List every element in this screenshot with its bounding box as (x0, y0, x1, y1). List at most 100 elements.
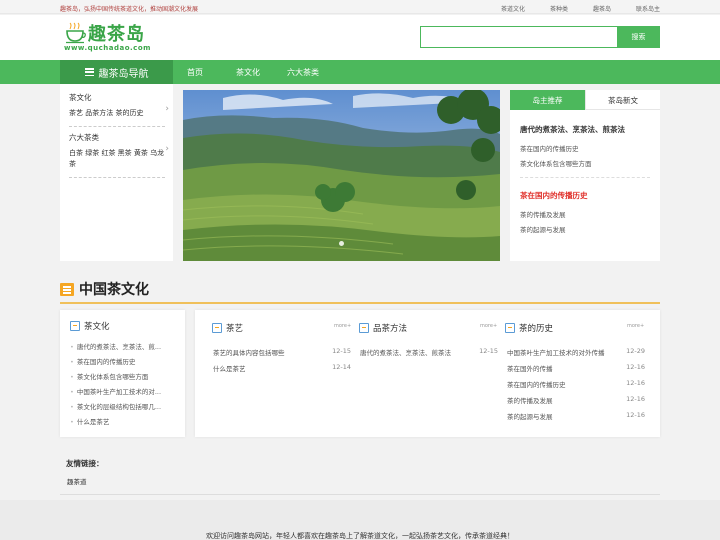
list-item-text[interactable]: 茶在国内的传播历史 (77, 358, 136, 366)
search-input[interactable] (420, 26, 618, 48)
article-link[interactable]: 茶文化体系包含哪些方面 (520, 158, 592, 168)
menu-icon (84, 68, 94, 76)
card-title-text[interactable]: 茶的历史 (519, 322, 553, 334)
top-link-tea-types[interactable]: 茶种类 (550, 4, 568, 13)
article-icon (505, 323, 515, 333)
article-link[interactable]: 茶的起源与发展 (520, 224, 566, 234)
list-item-text[interactable]: 茶的起源与发展 (507, 413, 553, 421)
category-title: 茶文化 (69, 93, 92, 102)
article-list: 唐代的煮茶法、烹茶法、煎... 茶在国内的传播历史 茶文化体系包含哪些方面 中国… (70, 341, 178, 431)
divider (69, 126, 165, 127)
article-icon (70, 321, 80, 331)
nav-item-tea-culture[interactable]: 茶文化 (236, 67, 260, 78)
list-item-date: 12-14 (332, 363, 351, 371)
card-title: 茶文化 (70, 320, 110, 332)
nav-item-six-teas[interactable]: 六大茶类 (287, 67, 319, 78)
list-item-text[interactable]: 什么是茶艺 (77, 418, 110, 426)
list-item[interactable]: 茶在国外的传播 12-16 (507, 363, 645, 379)
list-item-date: 12-16 (626, 379, 645, 387)
list-item[interactable]: 茶文化体系包含哪些方面 (70, 371, 178, 386)
list-item-text[interactable]: 茶文化体系包含哪些方面 (77, 373, 149, 381)
recommend-tabs: 岛主推荐 茶岛新文 (510, 90, 660, 110)
card-title: 品茶方法 (359, 322, 407, 334)
card-title-text[interactable]: 茶文化 (84, 320, 110, 332)
card-title-text[interactable]: 品茶方法 (373, 322, 407, 334)
article-list: 茶艺的具体内容包括哪些 12-15 什么是茶艺 12-14 (213, 347, 351, 379)
list-item-text[interactable]: 茶文化的层级结构包括哪几... (77, 403, 161, 411)
article-link[interactable]: 茶的传播及发展 (520, 209, 566, 219)
slide-indicator-dot[interactable] (339, 241, 344, 246)
recommend-panel: 岛主推荐 茶岛新文 唐代的煮茶法、烹茶法、煎茶法 茶在国内的传播历史 茶文化体系… (510, 90, 660, 261)
friend-link[interactable]: 趣茶道 (67, 476, 87, 486)
nav-home-label: 趣茶岛导航 (98, 68, 149, 80)
category-group-tea-culture[interactable]: 茶文化 茶艺 品茶方法 茶的历史 › (69, 92, 169, 127)
chevron-right-icon: › (165, 104, 169, 114)
list-item[interactable]: 中国茶叶生产加工技术的对... (70, 386, 178, 401)
category-sub-links[interactable]: 茶艺 品茶方法 茶的历史 (69, 108, 165, 119)
header: 趣茶岛 www.quchadao.com 搜索 (0, 15, 720, 60)
more-link[interactable]: more+ (480, 323, 497, 329)
list-item-text[interactable]: 唐代的煮茶法、烹茶法、煎茶法 (360, 349, 451, 357)
logo-text: 趣茶岛 (88, 24, 145, 45)
list-item[interactable]: 茶的起源与发展 12-16 (507, 411, 645, 427)
nav-home-menu[interactable]: 趣茶岛导航 (60, 60, 173, 84)
list-item-text[interactable]: 中国茶叶生产加工技术的对外传播 (507, 349, 605, 357)
footer-text: 欢迎访问趣茶岛网站，年轻人都喜欢在趣茶岛上了解茶道文化，一起弘扬茶艺文化，传承茶… (206, 532, 514, 540)
category-sidebar: 茶文化 茶艺 品茶方法 茶的历史 › 六大茶类 白茶 绿茶 红茶 黑茶 黄茶 乌… (60, 84, 173, 261)
list-item[interactable]: 唐代的煮茶法、烹茶法、煎... (70, 341, 178, 356)
list-item-text[interactable]: 茶在国外的传播 (507, 365, 553, 373)
article-list: 中国茶叶生产加工技术的对外传播 12-29 茶在国外的传播 12-16 茶在国内的传… (507, 347, 645, 427)
article-icon (359, 323, 369, 333)
card-group-articles: 茶艺 more+ 茶艺的具体内容包括哪些 12-15 什么是茶艺 12-14 品茶方… (195, 310, 660, 437)
list-item[interactable]: 茶在国内的传播历史 12-16 (507, 379, 645, 395)
category-sub-links[interactable]: 白茶 绿茶 红茶 黑茶 黄茶 乌龙茶 (69, 148, 165, 170)
list-item[interactable]: 什么是茶艺 12-14 (213, 363, 351, 379)
chevron-right-icon: › (165, 144, 169, 154)
list-item-text[interactable]: 唐代的煮茶法、烹茶法、煎... (77, 343, 161, 351)
list-item[interactable]: 中国茶叶生产加工技术的对外传播 12-29 (507, 347, 645, 363)
list-item-text[interactable]: 茶艺的具体内容包括哪些 (213, 349, 285, 357)
site-logo[interactable]: 趣茶岛 www.quchadao.com (62, 20, 172, 54)
card-title-text[interactable]: 茶艺 (226, 322, 243, 334)
section-heading: 中国茶文化 (60, 279, 660, 304)
list-item[interactable]: 茶艺的具体内容包括哪些 12-15 (213, 347, 351, 363)
list-item-date: 12-16 (626, 411, 645, 419)
list-item[interactable]: 茶在国内的传播历史 (70, 356, 178, 371)
more-link[interactable]: more+ (334, 323, 351, 329)
top-links: 茶道文化 茶种类 趣茶岛 联系岛主 (501, 4, 660, 13)
category-title: 六大茶类 (69, 133, 99, 142)
article-icon (212, 323, 222, 333)
main-nav: 趣茶岛导航 首页 茶文化 六大茶类 (0, 60, 720, 84)
list-item[interactable]: 唐代的煮茶法、烹茶法、煎茶法 12-15 (360, 347, 498, 363)
tab-new-articles[interactable]: 茶岛新文 (585, 90, 660, 110)
tea-plantation-image (183, 90, 500, 261)
tab-owner-picks[interactable]: 岛主推荐 (510, 90, 585, 110)
card-tea-culture: 茶文化 唐代的煮茶法、烹茶法、煎... 茶在国内的传播历史 茶文化体系包含哪些方… (60, 310, 185, 437)
top-link-contact[interactable]: 联系岛主 (636, 4, 660, 13)
list-item-text[interactable]: 茶在国内的传播历史 (507, 381, 566, 389)
featured-article-title[interactable]: 茶在国内的传播历史 (520, 190, 588, 201)
list-item-text[interactable]: 茶的传播及发展 (507, 397, 553, 405)
search-button[interactable]: 搜索 (617, 26, 660, 48)
featured-article-title[interactable]: 唐代的煮茶法、烹茶法、煎茶法 (520, 124, 625, 135)
list-item[interactable]: 茶的传播及发展 12-16 (507, 395, 645, 411)
list-item-text[interactable]: 什么是茶艺 (213, 365, 246, 373)
section-title: 中国茶文化 (79, 282, 149, 298)
nav-item-home[interactable]: 首页 (187, 67, 203, 78)
divider (69, 177, 165, 178)
logo-url: www.quchadao.com (64, 44, 151, 52)
book-icon (60, 283, 74, 296)
category-group-six-teas[interactable]: 六大茶类 白茶 绿茶 红茶 黑茶 黄茶 乌龙茶 › (69, 132, 169, 178)
site-tagline: 趣茶岛，弘扬中国传统茶道文化，推动国潮文化发展 (60, 6, 199, 13)
card-title: 茶艺 (212, 322, 243, 334)
list-item[interactable]: 茶文化的层级结构包括哪几... (70, 401, 178, 416)
top-bar: 趣茶岛，弘扬中国传统茶道文化，推动国潮文化发展 茶道文化 茶种类 趣茶岛 联系岛… (0, 0, 720, 14)
banner-slideshow[interactable] (183, 90, 500, 261)
article-link[interactable]: 茶在国内的传播历史 (520, 143, 579, 153)
search-box: 搜索 (420, 26, 660, 48)
more-link[interactable]: more+ (627, 323, 644, 329)
top-link-quchadao[interactable]: 趣茶岛 (593, 4, 611, 13)
top-link-tea-culture[interactable]: 茶道文化 (501, 4, 525, 13)
list-item[interactable]: 什么是茶艺 (70, 416, 178, 431)
list-item-text[interactable]: 中国茶叶生产加工技术的对... (77, 388, 161, 396)
